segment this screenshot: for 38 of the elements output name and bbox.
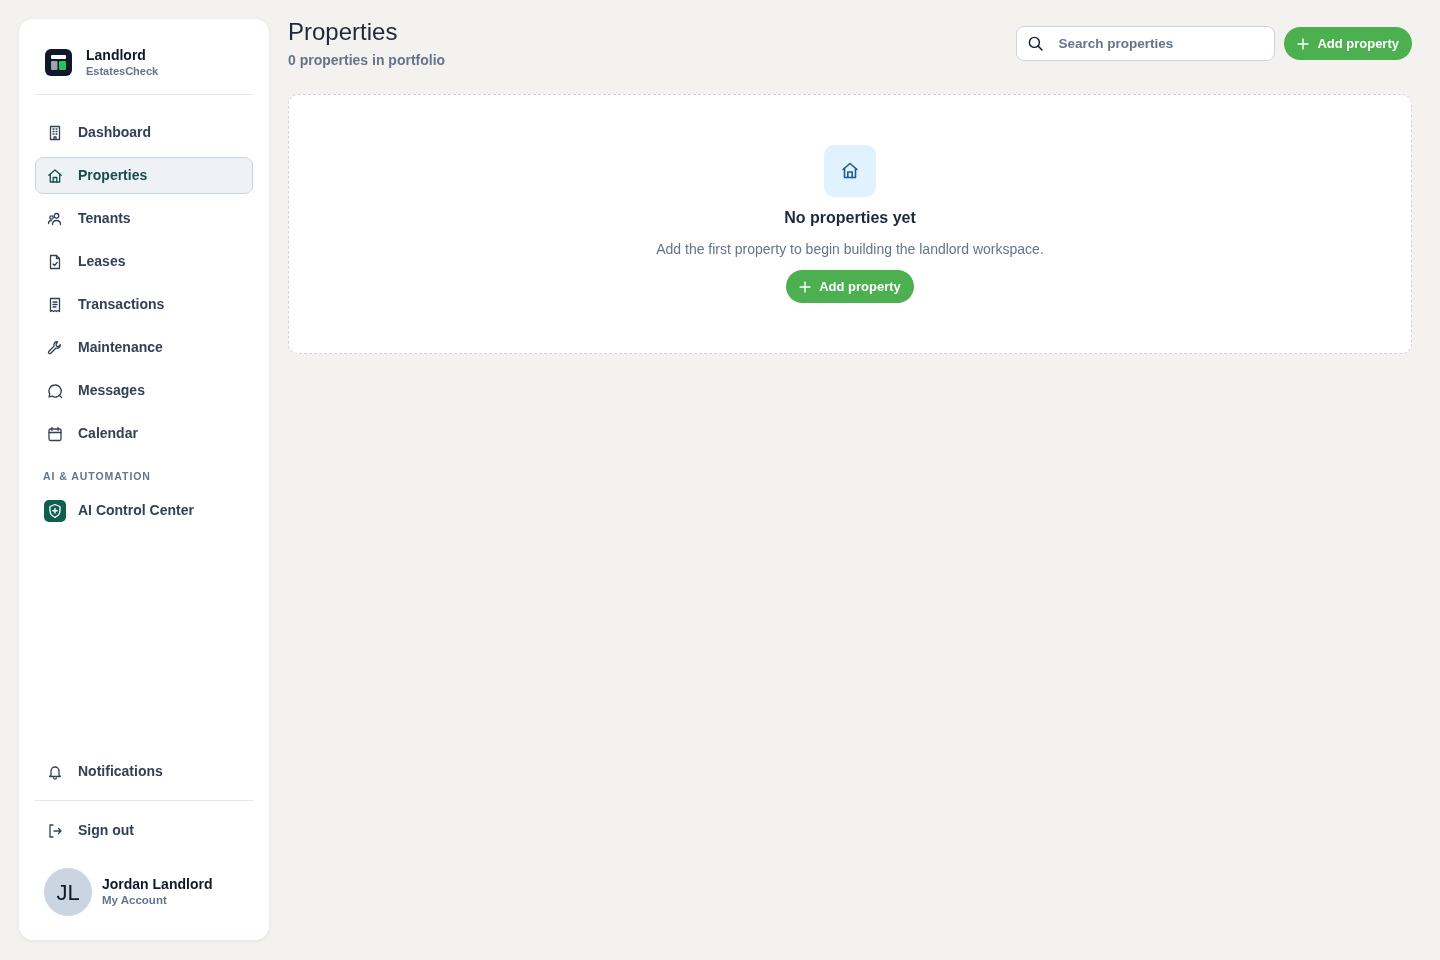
bell-icon <box>47 763 63 780</box>
empty-state-text: Add the first property to begin building the landlord workspace. <box>656 240 1044 259</box>
house-icon <box>824 145 876 197</box>
brand-subtitle: EstatesCheck <box>86 64 159 78</box>
account-label: My Account <box>102 893 168 908</box>
page-title: Properties <box>288 17 399 46</box>
nav-item[interactable]: Maintenance <box>35 329 253 366</box>
building-icon <box>47 124 63 141</box>
nav-item[interactable]: Tenants <box>35 200 253 237</box>
page-subtitle: 0 properties in portfolio <box>288 52 446 69</box>
user-avatar[interactable]: JL <box>44 868 92 916</box>
empty-state-title: No properties yet <box>784 208 916 228</box>
search-icon <box>1028 36 1044 51</box>
people-icon <box>47 210 63 227</box>
nav-item[interactable]: Properties <box>35 157 253 194</box>
chat-bubble-icon <box>47 382 63 399</box>
sign-out-button[interactable]: Sign out <box>35 812 253 849</box>
plus-icon <box>799 280 812 293</box>
logout-icon <box>47 822 63 839</box>
nav-item[interactable]: Notifications <box>35 753 253 790</box>
document-check-icon <box>47 253 63 270</box>
wrench-icon <box>47 339 63 356</box>
nav-item[interactable]: Messages <box>35 372 253 409</box>
plus-icon <box>1297 37 1310 50</box>
calendar-icon <box>47 425 63 442</box>
nav-item[interactable]: AI Control Center <box>35 492 253 529</box>
receipt-icon <box>47 296 63 313</box>
search-field[interactable]: Search properties <box>1016 26 1276 61</box>
nav-item[interactable]: Transactions <box>35 286 253 323</box>
user-name: Jordan Landlord <box>102 876 213 893</box>
shield-plus-icon <box>44 499 66 522</box>
brand-name: Landlord <box>86 47 147 64</box>
logo-icon <box>45 49 72 76</box>
nav-item[interactable]: Calendar <box>35 415 253 452</box>
section-heading: AI & AUTOMATION <box>43 469 152 483</box>
nav-item[interactable]: Dashboard <box>35 114 253 151</box>
house-icon <box>47 167 63 184</box>
nav-item[interactable]: Leases <box>35 243 253 280</box>
